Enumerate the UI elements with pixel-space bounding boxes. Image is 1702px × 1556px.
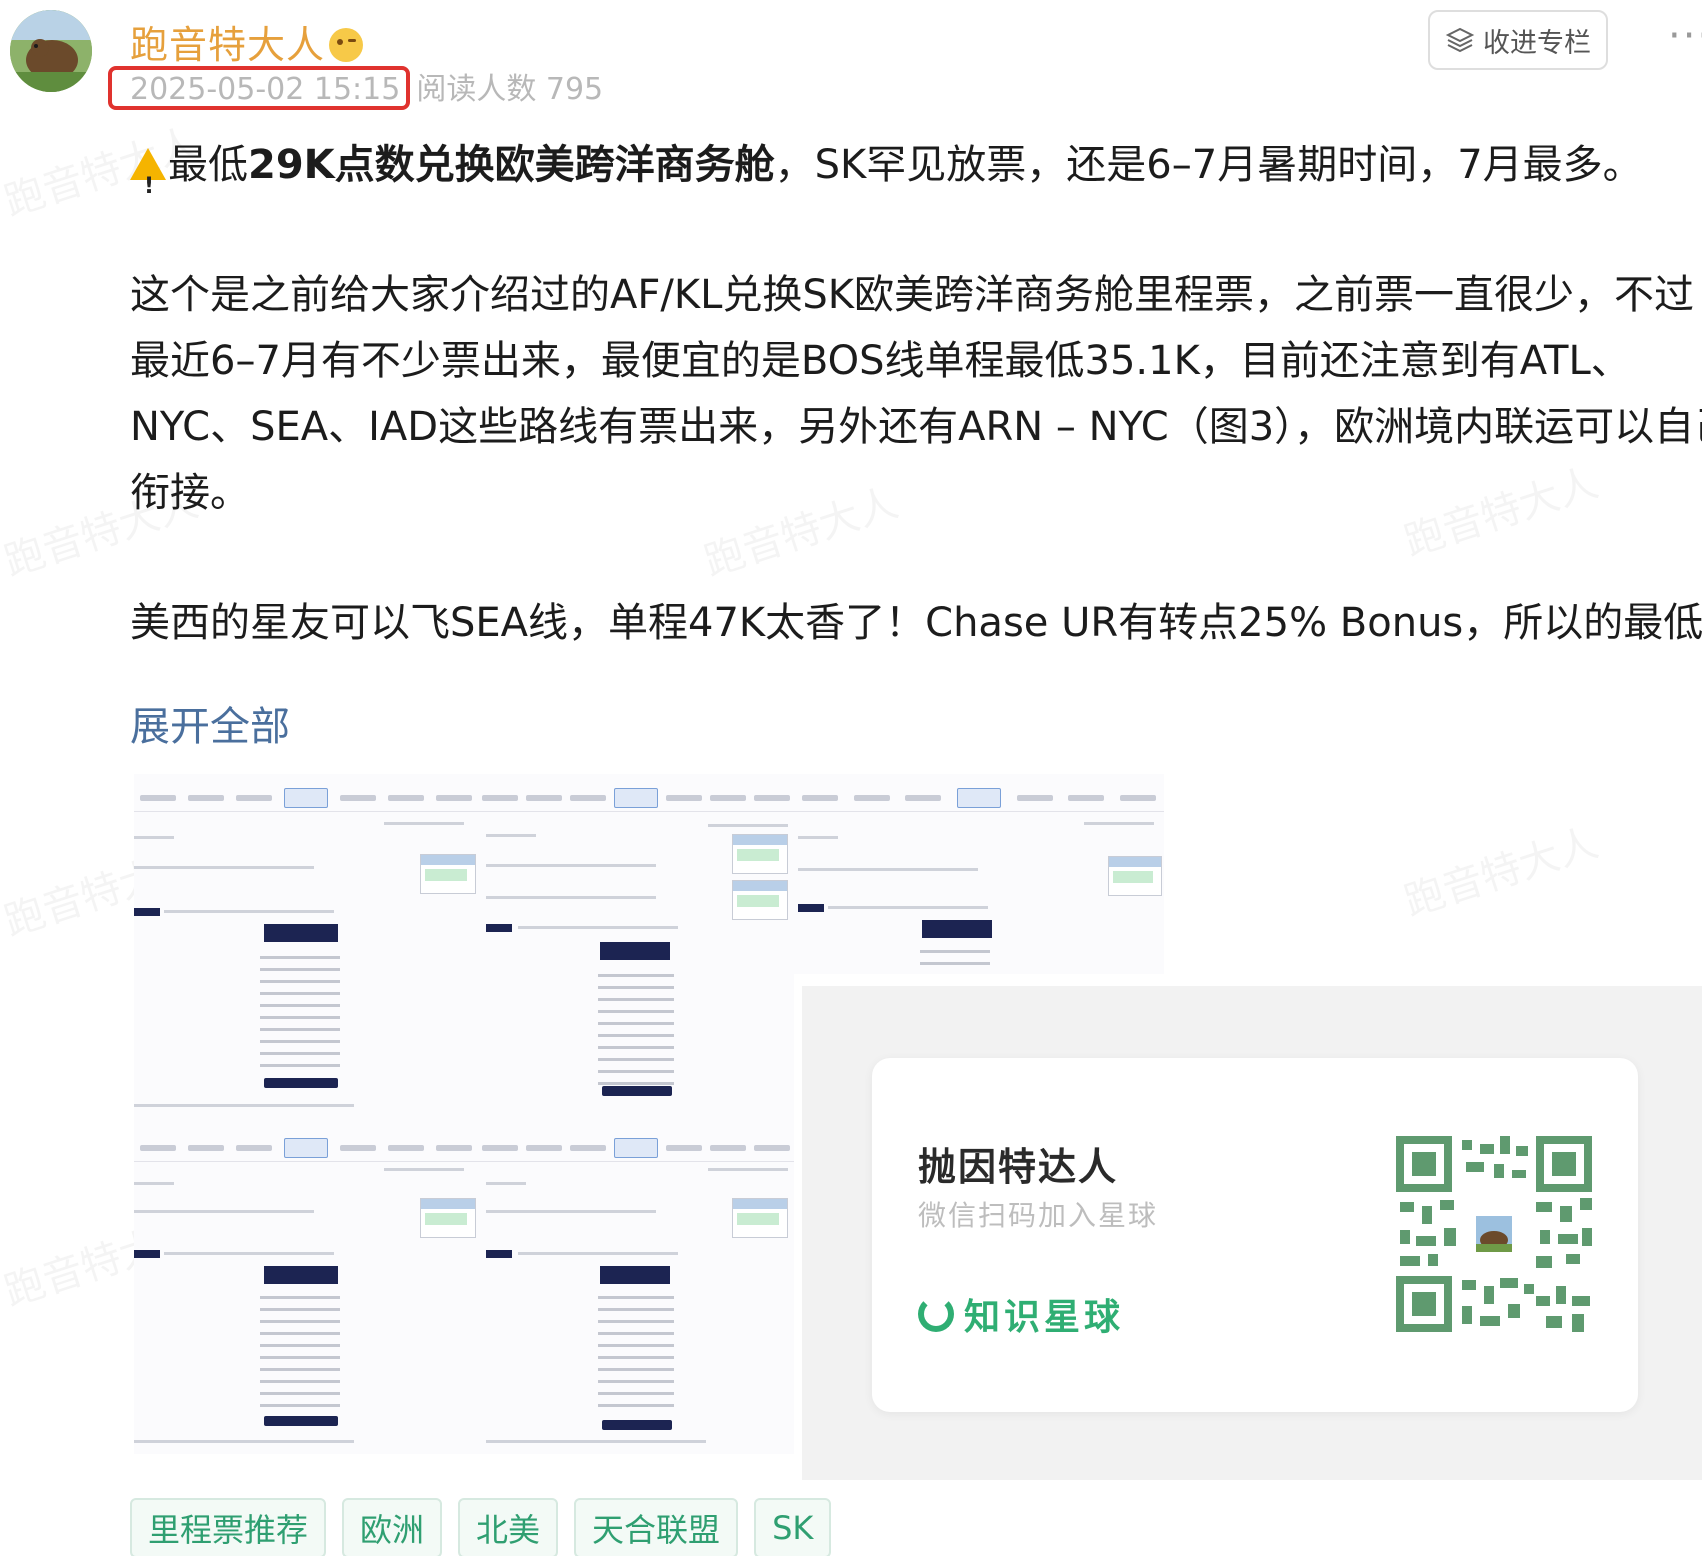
p2-line: NYC、SEA、IAD这些路线有票出来，另外还有ARN – NYC（图3），欧洲… bbox=[130, 404, 1702, 450]
avatar[interactable] bbox=[10, 10, 92, 92]
author-name[interactable]: 跑音特大人 bbox=[130, 14, 364, 69]
watermark: 跑音特大人 bbox=[1396, 811, 1604, 928]
collect-icon bbox=[1445, 27, 1475, 53]
qr-card-title: 抛因特达人 bbox=[918, 1145, 1119, 1189]
p2-line: 这个是之前给大家介绍过的AF/KL兑换SK欧美跨洋商务舱里程票，之前票一直很少，… bbox=[130, 272, 1694, 318]
author-name-text: 跑音特大人 bbox=[130, 23, 326, 67]
knowledge-planet-logo-icon bbox=[918, 1296, 954, 1332]
p1-bold: 29K点数兑换欧美跨洋商务舱 bbox=[248, 142, 775, 188]
tag-chip[interactable]: 欧洲 bbox=[342, 1498, 443, 1556]
p1-prefix: 最低 bbox=[168, 142, 248, 188]
brand-label: 知识星球 bbox=[964, 1297, 1125, 1338]
tag-chip[interactable]: 北美 bbox=[458, 1498, 559, 1556]
post-image[interactable] bbox=[134, 1124, 478, 1454]
knowledge-planet-brand: 知识星球 bbox=[918, 1288, 1124, 1340]
bear-avatar-icon bbox=[10, 10, 92, 92]
post-image[interactable] bbox=[478, 1124, 794, 1454]
qr-code-icon[interactable] bbox=[1396, 1136, 1592, 1332]
collect-label: 收进专栏 bbox=[1483, 27, 1591, 59]
p2-line: 最近6–7月有不少票出来，最便宜的是BOS线单程最低35.1K，目前还注意到有A… bbox=[130, 338, 1631, 384]
tag-chip[interactable]: SK bbox=[754, 1498, 832, 1556]
more-options-icon[interactable]: ··· bbox=[1668, 16, 1702, 56]
post-paragraph-2: 这个是之前给大家介绍过的AF/KL兑换SK欧美跨洋商务舱里程票，之前票一直很少，… bbox=[130, 262, 1702, 526]
p1-rest: ，SK罕见放票，还是6–7月暑期时间，7月最多。 bbox=[774, 142, 1643, 188]
timestamp-highlight-box bbox=[108, 66, 410, 110]
post-image[interactable] bbox=[134, 774, 478, 1124]
qr-card-subtitle: 微信扫码加入星球 bbox=[918, 1199, 1159, 1232]
warning-icon bbox=[130, 148, 166, 220]
post-image[interactable] bbox=[478, 774, 794, 1124]
read-count: 阅读人数 795 bbox=[416, 72, 604, 107]
post-paragraph-1: 最低29K点数兑换欧美跨洋商务舱，SK罕见放票，还是6–7月暑期时间，7月最多。 bbox=[130, 132, 1690, 220]
wink-emoji-icon bbox=[329, 28, 364, 62]
post-paragraph-3: 美西的星友可以飞SEA线，单程47K太香了！Chase UR有转点25% Bon… bbox=[130, 600, 1702, 646]
p2-line: 衔接。 bbox=[130, 470, 250, 516]
tag-chip[interactable]: 里程票推荐 bbox=[130, 1498, 327, 1556]
collect-to-column-button[interactable]: 收进专栏 bbox=[1428, 10, 1608, 70]
post-tags: 里程票推荐 欧洲 北美 天合联盟 SK bbox=[130, 1498, 832, 1556]
tag-chip[interactable]: 天合联盟 bbox=[574, 1498, 739, 1556]
expand-all-link[interactable]: 展开全部 bbox=[130, 694, 290, 752]
post-image[interactable] bbox=[794, 774, 1164, 974]
